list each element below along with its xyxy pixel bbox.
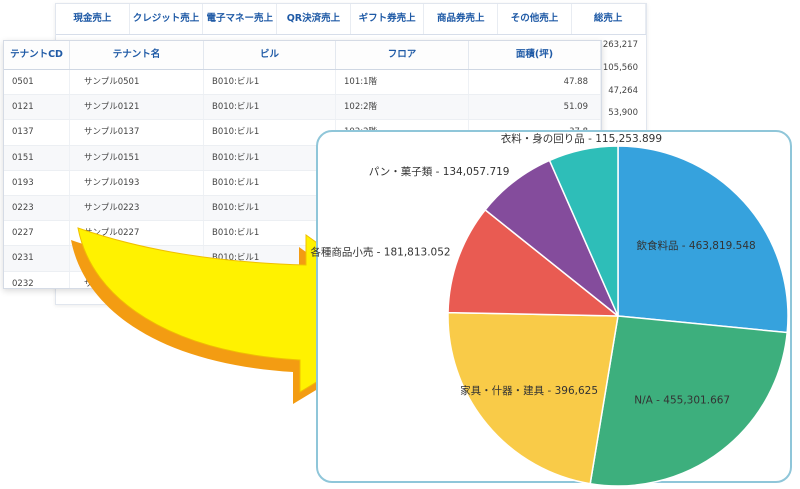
pie-slice-label: 飲食料品 - 463,819.548 xyxy=(636,239,755,252)
pie-chart: 飲食料品 - 463,819.548 N/A - 455,301.667 家具・什器… xyxy=(310,132,789,487)
pie-slice[interactable] xyxy=(447,311,619,485)
pie-slice-label: 各種商品小売 - 181,813.052 xyxy=(310,246,450,259)
pie-slice-label: N/A - 455,301.667 xyxy=(634,395,730,407)
pie-slice-label: パン・菓子類 - 134,057.719 xyxy=(369,166,510,178)
pie-slice-label: 家具・什器・建具 - 396,625 xyxy=(460,384,598,397)
pie-slice-label: 衣料・身の回り品 - 115,253.899 xyxy=(501,132,662,145)
